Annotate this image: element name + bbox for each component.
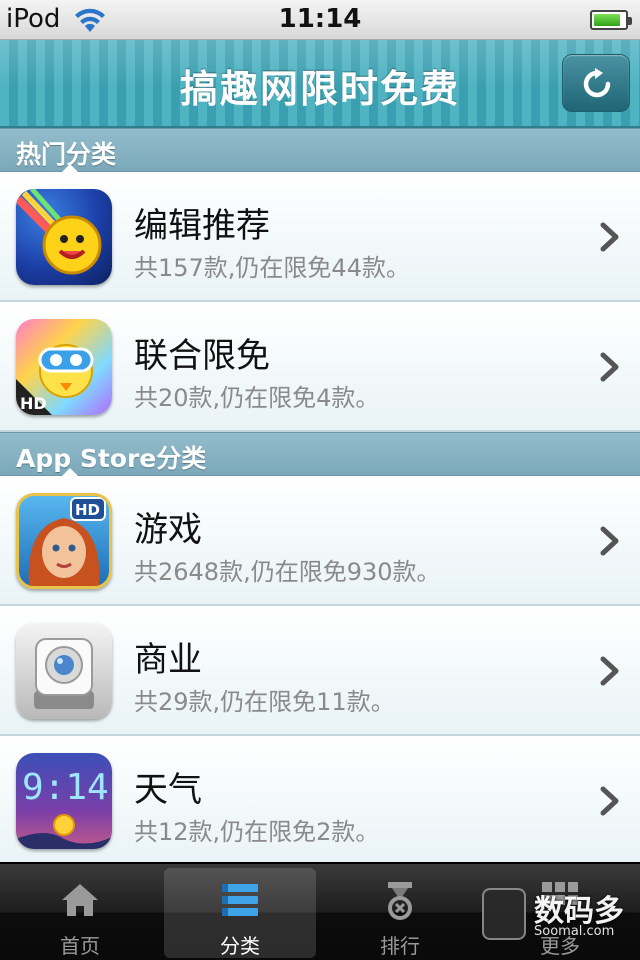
svg-text:HD: HD [75,501,100,519]
list-item-subtitle: 共2648款,仍在限免930款。 [134,558,441,586]
tab-categories[interactable]: 分类 [164,868,316,958]
home-icon [62,884,98,916]
business-app-icon [16,623,112,719]
games-app-icon: HD [16,493,112,589]
joint-free-app-icon: HD [16,319,112,415]
clock: 11:14 [278,4,362,34]
list-item-title: 游戏 [134,510,202,550]
watermark: 数码多 Soomal.com [480,884,640,954]
tab-ranking[interactable]: 排行 [324,868,476,958]
list-icon [222,884,258,916]
watermark-logo-icon [482,888,526,940]
list-item-business[interactable]: 商业 共29款,仍在限免11款。 [0,606,640,736]
section-header-app-store: App Store分类 [0,432,640,476]
section-header-label: App Store分类 [16,444,207,473]
medal-icon [388,882,412,920]
svg-text:9:14: 9:14 [22,767,109,808]
editor-pick-app-icon [16,189,112,285]
status-bar: iPod 11:14 [0,0,640,40]
svg-text:HD: HD [20,394,47,413]
chevron-right-icon [600,352,619,382]
refresh-icon [583,68,611,98]
section-header-hot: 热门分类 [0,128,640,172]
page-title: 搞趣网限时免费 [179,67,460,111]
list-item-title: 天气 [134,770,202,810]
list-item-subtitle: 共157款,仍在限免44款。 [134,254,410,282]
chevron-right-icon [600,656,619,686]
battery-icon [590,10,632,30]
list-item-editor-pick[interactable]: 编辑推荐 共157款,仍在限免44款。 [0,172,640,302]
chevron-right-icon [600,786,619,816]
tab-label: 首页 [60,934,100,958]
list-item-weather[interactable]: 9:14 天气 共12款,仍在限免2款。 [0,736,640,866]
chevron-right-icon [600,526,619,556]
weather-app-icon: 9:14 [16,753,112,849]
list-item-title: 联合限免 [134,336,270,376]
list-item-joint-free[interactable]: HD 联合限免 共20款,仍在限免4款。 [0,302,640,432]
chevron-right-icon [600,222,619,252]
list-item-subtitle: 共12款,仍在限免2款。 [134,818,380,846]
nav-bar: 搞趣网限时免费 [0,40,640,128]
tab-label: 分类 [220,934,260,958]
list-item-subtitle: 共29款,仍在限免11款。 [134,688,395,716]
watermark-subtext: Soomal.com [534,924,615,939]
tab-home[interactable]: 首页 [4,868,156,958]
list-item-title: 编辑推荐 [134,206,270,246]
refresh-button[interactable] [562,54,630,112]
list-item-subtitle: 共20款,仍在限免4款。 [134,384,380,412]
list-item-title: 商业 [134,640,202,680]
list-item-games[interactable]: HD 游戏 共2648款,仍在限免930款。 [0,476,640,606]
tab-label: 排行 [380,934,420,958]
